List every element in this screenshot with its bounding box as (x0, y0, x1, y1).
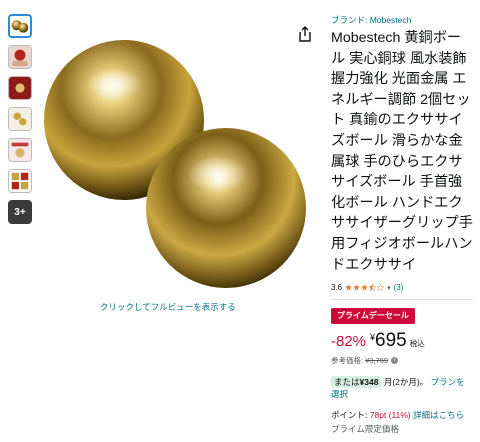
points-row: ポイント: 78pt (11%) 詳細はこちら (331, 409, 473, 421)
hand-photo-icon (9, 46, 31, 68)
more-images-button[interactable]: 3+ (8, 200, 32, 224)
thumb-info-grid[interactable] (8, 169, 32, 193)
reference-price-row: 参考価格: ¥3,769 i (331, 355, 473, 366)
gold-balls-icon (11, 20, 29, 33)
installment-chip: または¥348 (331, 376, 382, 388)
thumbnail-strip: 3+ (8, 14, 34, 231)
info-icon[interactable]: i (391, 357, 399, 364)
brand-link[interactable]: ブランド: Mobestech (331, 14, 473, 26)
points-percent: (11%) (388, 410, 411, 420)
points-value: 78pt (369, 410, 387, 420)
fullview-link[interactable]: クリックしてフルビューを表示する (100, 301, 236, 313)
installment-period: 月(2か月)。 (383, 377, 429, 387)
installment-amount: ¥348 (359, 377, 379, 387)
price-row: -82% ¥ 695 税込 (331, 330, 473, 352)
hand-usage-icon (9, 139, 31, 161)
points-label: ポイント: (331, 410, 368, 420)
rating-value: 3.6 (331, 283, 343, 292)
star-rating-icon[interactable] (345, 284, 385, 291)
product-info-panel: ブランド: Mobestech Mobestech 黄銅ボール 実心銅球 風水装… (331, 14, 473, 435)
product-title: Mobestech 黄銅ボール 実心銅球 風水装飾 握力強化 光面金属 エネルギ… (331, 30, 473, 273)
thumb-hand-usage[interactable] (8, 138, 32, 162)
thumb-balls-closeup[interactable] (8, 107, 32, 131)
gold-balls-image (44, 40, 306, 288)
thumb-red-product[interactable] (8, 76, 32, 100)
price-amount: 695 (375, 330, 407, 351)
currency-symbol: ¥ (370, 332, 376, 342)
share-icon[interactable] (298, 26, 312, 42)
installment-row: または¥348 月(2か月)。 プランを選択 (331, 376, 473, 400)
balls-closeup-icon (9, 108, 31, 130)
discount-percent: -82% (331, 333, 367, 350)
reference-label: 参考価格: (331, 356, 364, 365)
thumb-gold-balls[interactable] (8, 14, 32, 38)
chevron-down-icon[interactable]: ▾ (387, 284, 391, 292)
points-details-link[interactable]: 詳細はこちら (413, 410, 464, 420)
rating-count-link[interactable]: (3) (394, 283, 404, 292)
tax-note: 税込 (409, 339, 425, 348)
thumb-hand-photo[interactable] (8, 45, 32, 69)
info-grid-icon (9, 170, 31, 192)
divider (331, 299, 473, 300)
deal-badge: プライムデーセール (331, 308, 415, 324)
rating-row[interactable]: 3.6 ▾ (3) (331, 282, 473, 293)
main-product-image[interactable] (36, 40, 316, 290)
prime-exclusive-note: プライム限定価格 (331, 424, 399, 434)
installment-prefix: または (334, 377, 360, 387)
reference-price: ¥3,769 (365, 356, 389, 365)
red-product-icon (9, 77, 31, 99)
